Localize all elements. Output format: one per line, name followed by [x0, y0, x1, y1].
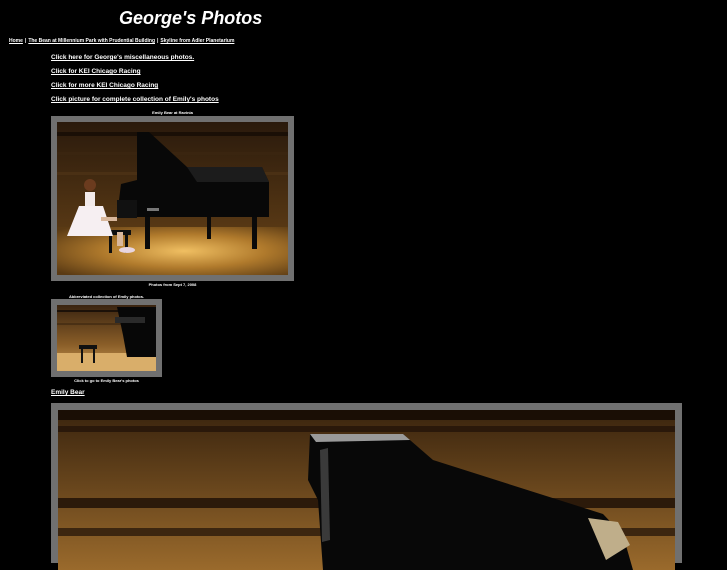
kei-racing-more-link[interactable]: Click for more KEI Chicago Racing — [51, 82, 158, 89]
emily-thumbnail-photo[interactable] — [57, 305, 156, 371]
page-title: George's Photos — [119, 8, 263, 28]
photo2-caption-bottom: Click to go to Emily Bear's photos — [74, 378, 139, 383]
top-nav: Home | The Bean at Millennium Park with Pr… — [9, 38, 234, 44]
emily-piano-photo[interactable] — [57, 122, 288, 275]
nav-bean-link[interactable]: The Bean at Millennium Park with Prudent… — [28, 38, 155, 44]
photo1-caption-bottom: Photos from Sept 7, 2008 — [148, 282, 197, 287]
emily-large-photo[interactable] — [58, 410, 675, 570]
large-photo-frame[interactable] — [51, 403, 682, 570]
piano-stage-image — [57, 122, 288, 275]
nav-home-link[interactable]: Home — [9, 38, 23, 44]
piano-closeup-image — [58, 410, 675, 570]
photo1-caption-top: Emily Bear at Ravinia — [152, 110, 193, 115]
emily-collection-link[interactable]: Click picture for complete collection of… — [51, 96, 219, 103]
photo1-frame[interactable] — [51, 116, 294, 281]
piano-thumbnail-image — [57, 305, 156, 371]
kei-racing-link[interactable]: Click for KEI Chicago Racing — [51, 68, 141, 75]
nav-skyline-link[interactable]: Skyline from Adler Planetarium — [160, 38, 234, 44]
emily-bear-link[interactable]: Emily Bear — [51, 389, 85, 396]
misc-photos-link[interactable]: Click here for George's miscellaneous ph… — [51, 54, 194, 61]
photo2-frame[interactable] — [51, 299, 162, 377]
